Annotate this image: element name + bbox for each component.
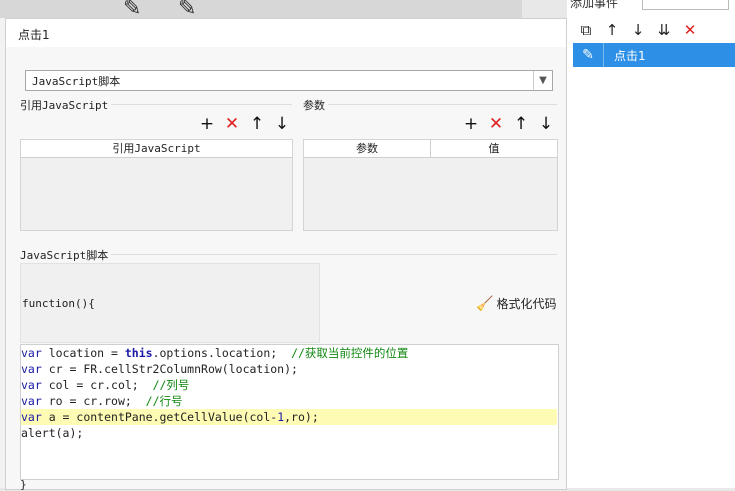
dialog-title: 点击1 [18, 28, 50, 42]
copy-icon[interactable]: ⧉ [577, 21, 595, 39]
arrow-down-icon[interactable]: ↓ [537, 115, 555, 133]
ref-table[interactable]: 引用JavaScript [20, 139, 293, 231]
event-item-click1[interactable]: ✎ 点击1 [573, 43, 735, 67]
events-panel-add-box[interactable] [642, 0, 729, 10]
column-header[interactable]: 引用JavaScript [21, 140, 292, 157]
broom-icon: 🧹 [476, 295, 494, 312]
dialog-title-bar: 点击1 [6, 19, 566, 47]
column-header-value[interactable]: 值 [431, 140, 557, 157]
delete-icon[interactable]: ✕ [487, 115, 505, 133]
function-closing-brace: } [20, 478, 27, 491]
script-type-select[interactable]: JavaScript脚本 ▼ [25, 70, 553, 91]
code-line-highlighted[interactable]: var a = contentPane.getCellValue(col-1,r… [21, 409, 557, 425]
events-toolbar: ⧉ ↑ ↓ ⇊ ✕ [577, 20, 699, 40]
format-code-label: 格式化代码 [496, 297, 557, 311]
events-panel: 添加事件 ⧉ ↑ ↓ ⇊ ✕ ✎ 点击1 [567, 0, 735, 488]
plus-icon[interactable]: + [462, 115, 480, 133]
arrow-down-icon[interactable]: ↓ [629, 21, 647, 39]
event-item-label: 点击1 [614, 48, 646, 63]
chevron-down-icon[interactable]: ▼ [533, 71, 552, 90]
delete-icon[interactable]: ✕ [681, 21, 699, 39]
divider [303, 104, 557, 105]
arrow-up-icon[interactable]: ↑ [248, 115, 266, 133]
script-section-label: JavaScript脚本 [20, 247, 112, 263]
move-to-bottom-icon[interactable]: ⇊ [655, 21, 673, 39]
pencil-icon: ✎ [573, 43, 604, 67]
arrow-up-icon[interactable]: ↑ [603, 21, 621, 39]
code-line[interactable]: var col = cr.col; //列号 [21, 377, 557, 393]
code-line[interactable]: var ro = cr.row; //行号 [21, 393, 557, 409]
column-header-param[interactable]: 参数 [304, 140, 431, 157]
format-code-button[interactable]: 🧹 格式化代码 [476, 295, 556, 312]
hide-icon: ✎ [123, 0, 142, 21]
script-type-value: JavaScript脚本 [32, 75, 121, 88]
code-line[interactable]: var location = this.options.location; //… [21, 345, 557, 361]
params-toolbar: + ✕ ↑ ↓ [462, 115, 555, 133]
events-panel-title: 添加事件 [570, 0, 619, 10]
code-line[interactable]: var cr = FR.cellStr2ColumnRow(location); [21, 361, 557, 377]
function-header: function(){ [22, 297, 95, 310]
code-line[interactable]: alert(a); [21, 425, 557, 441]
ref-table-header: 引用JavaScript [21, 140, 292, 158]
arrow-down-icon[interactable]: ↓ [273, 115, 291, 133]
params-table-header: 参数 值 [304, 140, 557, 158]
javascript-event-dialog: 点击1 JavaScript脚本 ▼ 引用JavaScript + ✕ ↑ ↓ … [5, 18, 567, 491]
plus-icon[interactable]: + [198, 115, 216, 133]
delete-icon[interactable]: ✕ [223, 115, 241, 133]
pencil-icon: ✎ [178, 0, 197, 21]
background-toolbar: ✎ ✎ [0, 0, 522, 21]
ref-toolbar: + ✕ ↑ ↓ [198, 115, 291, 133]
code-editor[interactable]: var location = this.options.location; //… [20, 344, 559, 480]
params-table[interactable]: 参数 值 [303, 139, 558, 231]
params-section-label: 参数 [303, 97, 328, 113]
function-header-box: function(){ [20, 263, 320, 343]
ref-section-label: 引用JavaScript [20, 97, 112, 113]
arrow-up-icon[interactable]: ↑ [512, 115, 530, 133]
